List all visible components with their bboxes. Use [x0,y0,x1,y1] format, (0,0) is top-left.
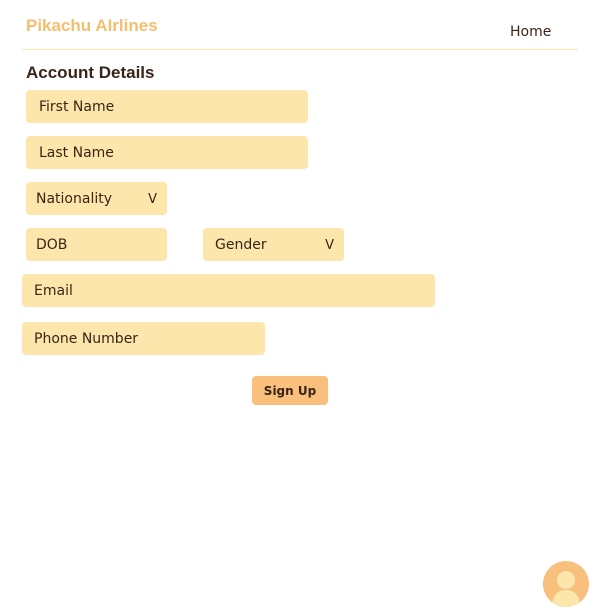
user-avatar-icon [552,571,580,607]
signup-page: Pikachu AIrlines Home Account Details Fi… [0,0,600,614]
user-avatar-button[interactable] [543,561,589,607]
phone-number-placeholder: Phone Number [34,330,139,347]
gender-select[interactable]: Gender V [203,228,344,261]
phone-number-field[interactable]: Phone Number [22,322,265,355]
account-details-heading: Account Details [26,63,155,82]
last-name-field[interactable]: Last Name [26,136,308,169]
sign-up-button[interactable]: Sign Up [252,376,328,405]
last-name-placeholder: Last Name [39,144,114,161]
dob-field[interactable]: DOB [26,228,167,261]
brand-logo-text[interactable]: Pikachu AIrlines [26,16,158,36]
first-name-field[interactable]: First Name [26,90,308,123]
email-field[interactable]: Email [22,274,435,307]
dob-placeholder: DOB [36,236,68,253]
chevron-down-icon: V [325,238,334,253]
email-placeholder: Email [34,282,73,299]
nationality-placeholder: Nationality [36,190,113,207]
header-divider [22,49,578,50]
nationality-select[interactable]: Nationality V [26,182,167,215]
chevron-down-icon: V [148,192,157,207]
first-name-placeholder: First Name [39,98,115,115]
nav-home-link[interactable]: Home [510,24,551,40]
gender-placeholder: Gender [215,236,267,253]
